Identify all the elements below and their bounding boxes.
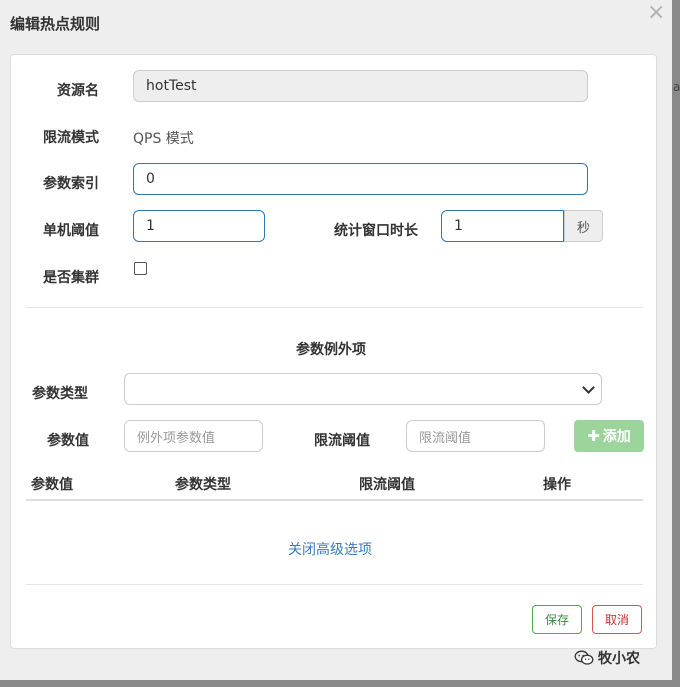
- close-advanced-link[interactable]: 关闭高级选项: [288, 539, 372, 559]
- close-icon[interactable]: ×: [647, 2, 665, 24]
- threshold-value: 1: [146, 218, 155, 234]
- divider: [26, 307, 643, 308]
- threshold-label: 单机阈值: [43, 223, 99, 239]
- limit-label: 限流阈值: [314, 433, 370, 449]
- param-index-value: 0: [146, 171, 155, 187]
- exceptions-title: 参数例外项: [296, 342, 366, 358]
- modal-title: 编辑热点规则: [10, 15, 101, 33]
- window-input[interactable]: 1: [441, 210, 564, 242]
- cluster-checkbox[interactable]: [134, 262, 147, 275]
- background-bottom-edge: [0, 680, 672, 687]
- limit-input[interactable]: 限流阈值: [406, 420, 545, 452]
- footer-divider: [26, 584, 643, 585]
- watermark: 牧小农: [574, 648, 640, 668]
- exception-value-input[interactable]: 例外项参数值: [124, 420, 263, 452]
- form-panel: 资源名 hotTest 限流模式 QPS 模式 参数索引 0 单机阈值 1 统计…: [10, 54, 657, 649]
- resource-label: 资源名: [57, 83, 99, 99]
- plus-icon: ✚: [587, 427, 600, 445]
- param-type-select[interactable]: [124, 373, 602, 405]
- table-header-border: [26, 499, 643, 501]
- table-header-limit: 限流阈值: [359, 477, 415, 493]
- background-edge-text: ac: [673, 80, 680, 94]
- watermark-text: 牧小农: [598, 651, 640, 667]
- window-value: 1: [454, 218, 463, 234]
- limit-placeholder: 限流阈值: [419, 430, 472, 446]
- table-header-action: 操作: [543, 477, 571, 493]
- cluster-label: 是否集群: [43, 270, 99, 286]
- window-label: 统计窗口时长: [334, 223, 418, 239]
- chevron-down-icon: [582, 381, 595, 394]
- window-unit-addon: 秒: [564, 210, 603, 242]
- mode-label: 限流模式: [43, 130, 99, 146]
- mode-value: QPS 模式: [133, 131, 194, 147]
- resource-value: hotTest: [146, 78, 197, 94]
- save-button[interactable]: 保存: [532, 605, 582, 634]
- background-page-edge: [672, 0, 680, 687]
- wechat-icon: [574, 650, 594, 665]
- param-index-input[interactable]: 0: [133, 163, 588, 195]
- edit-hotspot-rule-modal: 编辑热点规则 × 资源名 hotTest 限流模式 QPS 模式 参数索引 0 …: [0, 0, 672, 680]
- param-index-label: 参数索引: [43, 176, 99, 192]
- param-type-label: 参数类型: [32, 386, 88, 402]
- add-button-label: 添加: [602, 429, 631, 445]
- table-header-param-value: 参数值: [31, 477, 73, 493]
- add-button[interactable]: ✚ 添加: [574, 420, 644, 452]
- exception-value-label: 参数值: [47, 433, 89, 449]
- resource-input: hotTest: [133, 70, 588, 102]
- threshold-input[interactable]: 1: [133, 210, 265, 242]
- table-header-param-type: 参数类型: [175, 477, 231, 493]
- exception-value-placeholder: 例外项参数值: [137, 430, 216, 446]
- cancel-button[interactable]: 取消: [592, 605, 642, 634]
